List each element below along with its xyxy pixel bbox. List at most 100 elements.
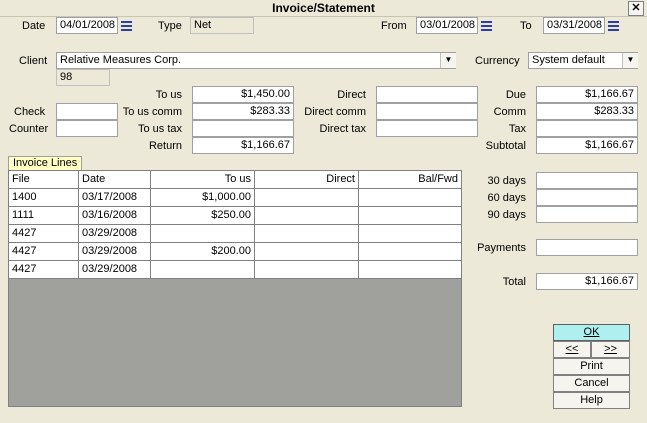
- cell-file: 4427: [9, 261, 79, 278]
- to-label: To: [520, 20, 532, 32]
- to-us-comm-field[interactable]: $283.33: [192, 103, 294, 120]
- prev-button[interactable]: <<: [553, 341, 591, 358]
- cell-file: 1111: [9, 207, 79, 224]
- next-button[interactable]: >>: [591, 341, 630, 358]
- prev-label: <<: [565, 343, 579, 355]
- total-field[interactable]: $1,166.67: [536, 273, 638, 290]
- 30-days-label: 30 days: [487, 175, 526, 187]
- cell-date: 03/17/2008: [79, 189, 151, 206]
- tax-label: Tax: [508, 123, 526, 135]
- payments-label: Payments: [477, 242, 526, 254]
- to-us-tax-label: To us tax: [137, 123, 182, 135]
- cell-bal-fwd: [359, 225, 461, 242]
- table-row[interactable]: 4427 03/29/2008: [9, 225, 461, 243]
- window-title: Invoice/Statement: [272, 1, 375, 15]
- due-field[interactable]: $1,166.67: [536, 86, 638, 103]
- cell-direct: [255, 189, 359, 206]
- currency-value: System default: [532, 54, 605, 66]
- cell-bal-fwd: [359, 207, 461, 224]
- direct-label: Direct: [337, 89, 366, 101]
- cell-bal-fwd: [359, 243, 461, 260]
- cell-to-us: $200.00: [151, 243, 255, 260]
- to-us-comm-label: To us comm: [122, 106, 182, 118]
- return-label: Return: [148, 140, 182, 152]
- cancel-button[interactable]: Cancel: [553, 375, 630, 392]
- direct-field[interactable]: [376, 86, 478, 103]
- cell-to-us: $1,000.00: [151, 189, 255, 206]
- direct-tax-label: Direct tax: [319, 123, 366, 135]
- to-us-field[interactable]: $1,450.00: [192, 86, 294, 103]
- check-field[interactable]: [56, 103, 118, 120]
- return-field[interactable]: $1,166.67: [192, 137, 294, 154]
- col-header-to-us[interactable]: To us: [151, 171, 255, 188]
- calendar-icon[interactable]: [121, 20, 132, 31]
- col-header-date[interactable]: Date: [79, 171, 151, 188]
- ok-button[interactable]: OK: [553, 324, 630, 341]
- help-button[interactable]: Help: [553, 392, 630, 409]
- print-button[interactable]: Print: [553, 358, 630, 375]
- to-us-tax-field[interactable]: [192, 120, 294, 137]
- cell-date: 03/29/2008: [79, 225, 151, 242]
- print-label: Print: [580, 360, 603, 372]
- cell-direct: [255, 207, 359, 224]
- cell-file: 4427: [9, 225, 79, 242]
- due-label: Due: [505, 89, 526, 101]
- total-label: Total: [502, 276, 526, 288]
- comm-label: Comm: [493, 106, 526, 118]
- client-dropdown-icon[interactable]: ▼: [440, 53, 456, 68]
- to-us-label: To us: [155, 89, 182, 101]
- 60-days-field[interactable]: [536, 189, 638, 206]
- from-label: From: [381, 20, 407, 32]
- col-header-bal-fwd[interactable]: Bal/Fwd: [359, 171, 461, 188]
- ok-label: OK: [583, 326, 600, 338]
- cell-direct: [255, 225, 359, 242]
- cell-to-us: [151, 225, 255, 242]
- from-date-field[interactable]: 03/01/2008: [416, 17, 478, 34]
- client-select[interactable]: Relative Measures Corp.: [56, 52, 456, 69]
- 30-days-field[interactable]: [536, 172, 638, 189]
- 90-days-field[interactable]: [536, 206, 638, 223]
- table-row[interactable]: 1400 03/17/2008 $1,000.00: [9, 189, 461, 207]
- payments-field[interactable]: [536, 239, 638, 256]
- subtotal-field[interactable]: $1,166.67: [536, 137, 638, 154]
- to-date-field[interactable]: 03/31/2008: [543, 17, 605, 34]
- cell-to-us: $250.00: [151, 207, 255, 224]
- close-icon: ✕: [631, 2, 641, 14]
- date-label: Date: [22, 20, 46, 32]
- to-calendar-icon[interactable]: [608, 20, 619, 31]
- from-calendar-icon[interactable]: [481, 20, 492, 31]
- comm-field[interactable]: $283.33: [536, 103, 638, 120]
- cell-date: 03/16/2008: [79, 207, 151, 224]
- table-row[interactable]: 4427 03/29/2008: [9, 261, 461, 279]
- cell-bal-fwd: [359, 261, 461, 278]
- client-label: Client: [19, 55, 48, 67]
- counter-label: Counter: [9, 123, 49, 135]
- cell-direct: [255, 243, 359, 260]
- currency-label: Currency: [475, 55, 520, 67]
- close-button[interactable]: ✕: [628, 1, 644, 16]
- cell-to-us: [151, 261, 255, 278]
- cell-date: 03/29/2008: [79, 261, 151, 278]
- tab-invoice-lines[interactable]: Invoice Lines: [8, 156, 83, 171]
- cell-date: 03/29/2008: [79, 243, 151, 260]
- direct-comm-field[interactable]: [376, 103, 478, 120]
- tax-field[interactable]: [536, 120, 638, 137]
- currency-dropdown-icon[interactable]: ▼: [622, 53, 638, 68]
- grid-header: File Date To us Direct Bal/Fwd: [9, 171, 461, 189]
- type-label: Type: [158, 20, 182, 32]
- cell-file: 1400: [9, 189, 79, 206]
- 90-days-label: 90 days: [487, 209, 526, 221]
- counter-field[interactable]: [56, 120, 118, 137]
- date-field[interactable]: 04/01/2008: [56, 17, 118, 34]
- cell-bal-fwd: [359, 189, 461, 206]
- direct-tax-field[interactable]: [376, 120, 478, 137]
- table-row[interactable]: 4427 03/29/2008 $200.00: [9, 243, 461, 261]
- invoice-lines-grid: File Date To us Direct Bal/Fwd 1400 03/1…: [8, 170, 462, 407]
- 60-days-label: 60 days: [487, 192, 526, 204]
- client-value: Relative Measures Corp.: [60, 54, 182, 66]
- table-row[interactable]: 1111 03/16/2008 $250.00: [9, 207, 461, 225]
- cell-direct: [255, 261, 359, 278]
- col-header-file[interactable]: File: [9, 171, 79, 188]
- client-id-field: 98: [56, 69, 110, 86]
- col-header-direct[interactable]: Direct: [255, 171, 359, 188]
